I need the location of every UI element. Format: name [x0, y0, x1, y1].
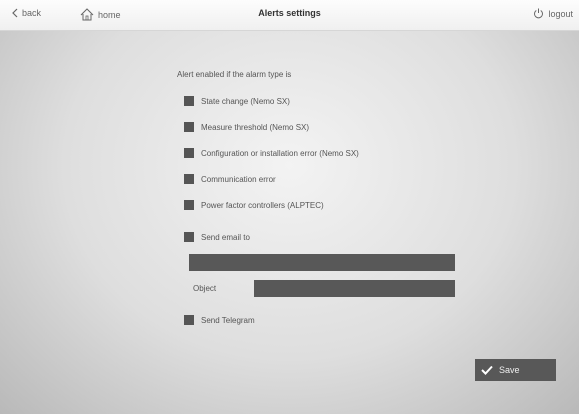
power-icon [534, 8, 544, 19]
object-field[interactable] [254, 280, 455, 297]
option-label: Power factor controllers (ALPTEC) [201, 200, 324, 210]
save-label: Save [499, 365, 520, 375]
option-state-change[interactable]: State change (Nemo SX) [184, 96, 290, 106]
option-power-factor[interactable]: Power factor controllers (ALPTEC) [184, 200, 324, 210]
send-telegram-toggle[interactable]: Send Telegram [184, 315, 255, 325]
option-label: Measure threshold (Nemo SX) [201, 122, 310, 132]
top-bar: back home Alerts settings logout [0, 0, 579, 31]
checkmark-icon [481, 365, 493, 375]
option-label: Communication error [201, 174, 276, 184]
option-label: State change (Nemo SX) [201, 96, 290, 106]
send-telegram-label: Send Telegram [201, 315, 255, 325]
email-field[interactable] [189, 254, 455, 271]
logout-button[interactable]: logout [533, 8, 573, 19]
send-email-toggle[interactable]: Send email to [184, 232, 250, 242]
checkbox[interactable] [184, 96, 194, 106]
send-email-label: Send email to [201, 232, 250, 242]
checkbox[interactable] [184, 232, 194, 242]
logout-label: logout [548, 8, 573, 19]
checkbox[interactable] [184, 200, 194, 210]
object-label: Object [193, 284, 217, 293]
save-button[interactable]: Save [475, 359, 556, 381]
option-communication-error[interactable]: Communication error [184, 174, 276, 184]
checkbox[interactable] [184, 148, 194, 158]
option-measure-threshold[interactable]: Measure threshold (Nemo SX) [184, 122, 309, 132]
intro-text: Alert enabled if the alarm type is [177, 70, 292, 79]
checkbox[interactable] [184, 122, 194, 132]
checkbox[interactable] [184, 315, 194, 325]
option-configuration-error[interactable]: Configuration or installation error (Nem… [184, 148, 359, 158]
option-label: Configuration or installation error (Nem… [201, 148, 359, 158]
checkbox[interactable] [184, 174, 194, 184]
page-title: Alerts settings [258, 8, 321, 18]
